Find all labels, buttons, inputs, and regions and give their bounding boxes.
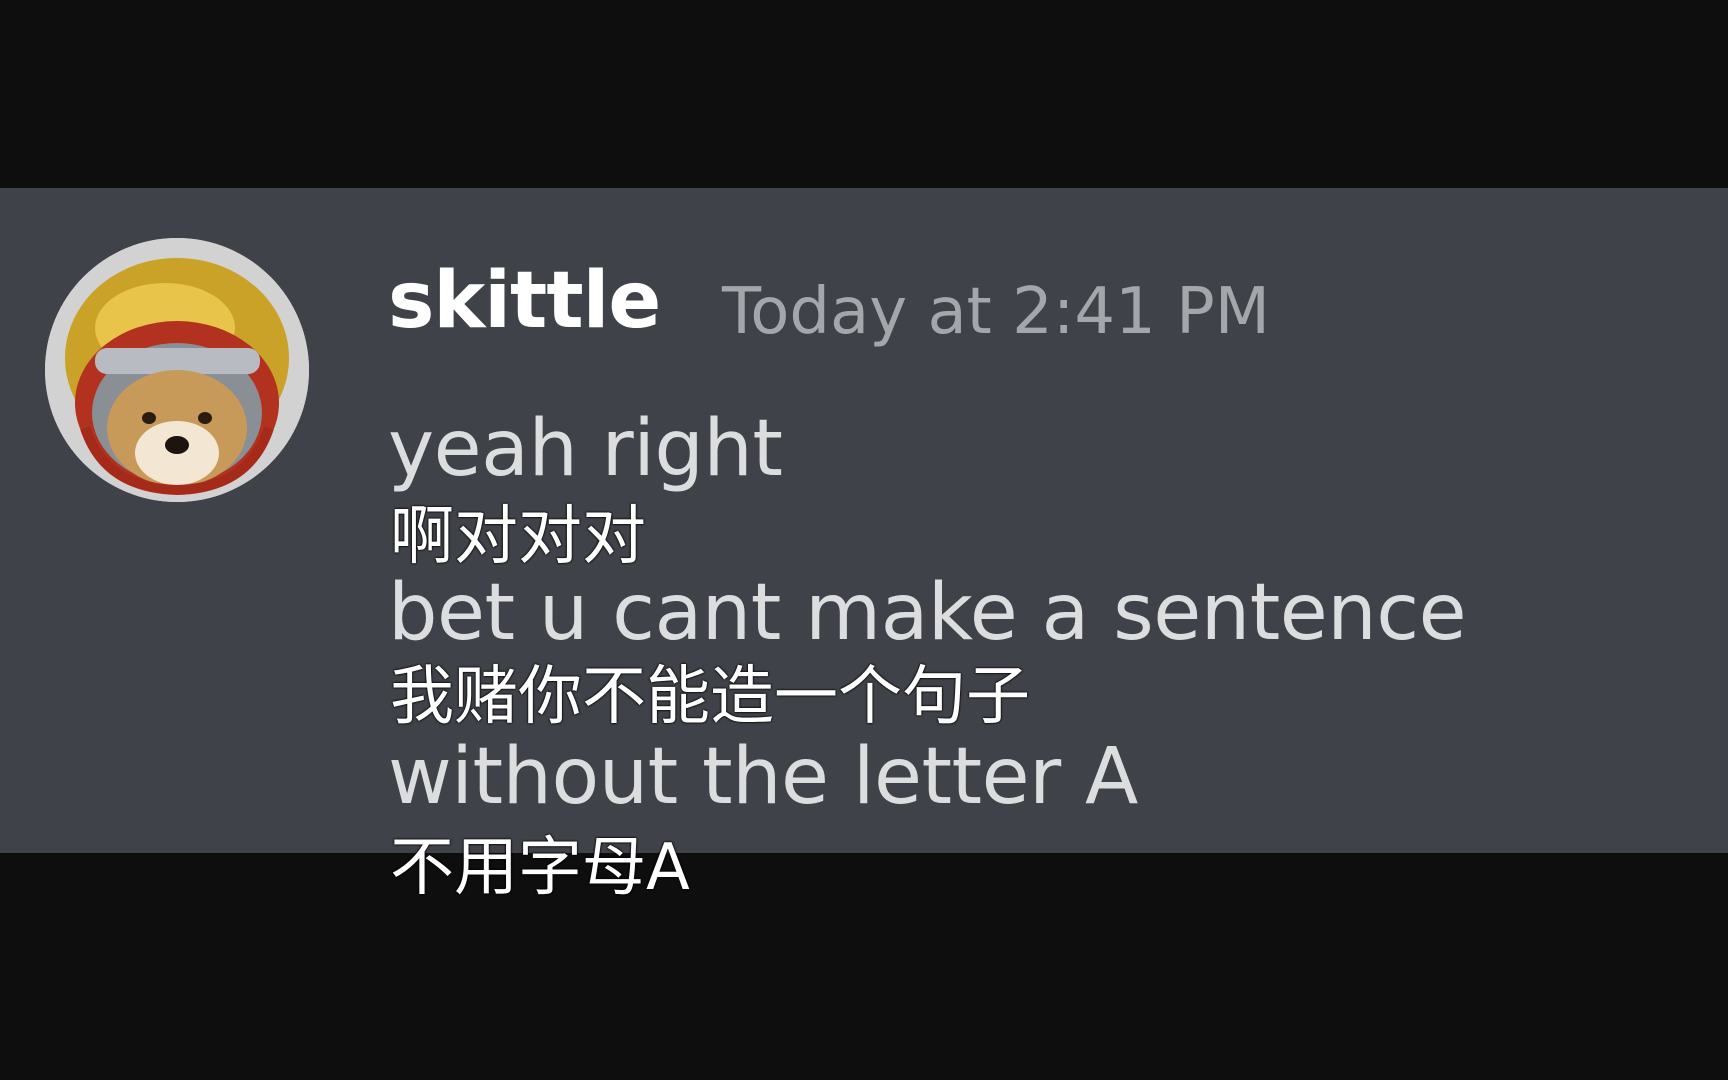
user-avatar[interactable]: [45, 238, 309, 502]
message-author[interactable]: skittle: [388, 262, 661, 340]
message-line: yeah right: [388, 404, 783, 494]
message-line: without the letter A: [388, 732, 1138, 822]
message-line: bet u cant make a sentence: [388, 568, 1467, 658]
message-timestamp: Today at 2:41 PM: [722, 275, 1270, 349]
subtitle-line: 啊对对对: [390, 500, 646, 574]
shiba-helmet-avatar-icon: [45, 238, 309, 502]
subtitle-line: 我赌你不能造一个句子: [390, 660, 1030, 734]
subtitle-line: 不用字母A: [390, 831, 690, 905]
